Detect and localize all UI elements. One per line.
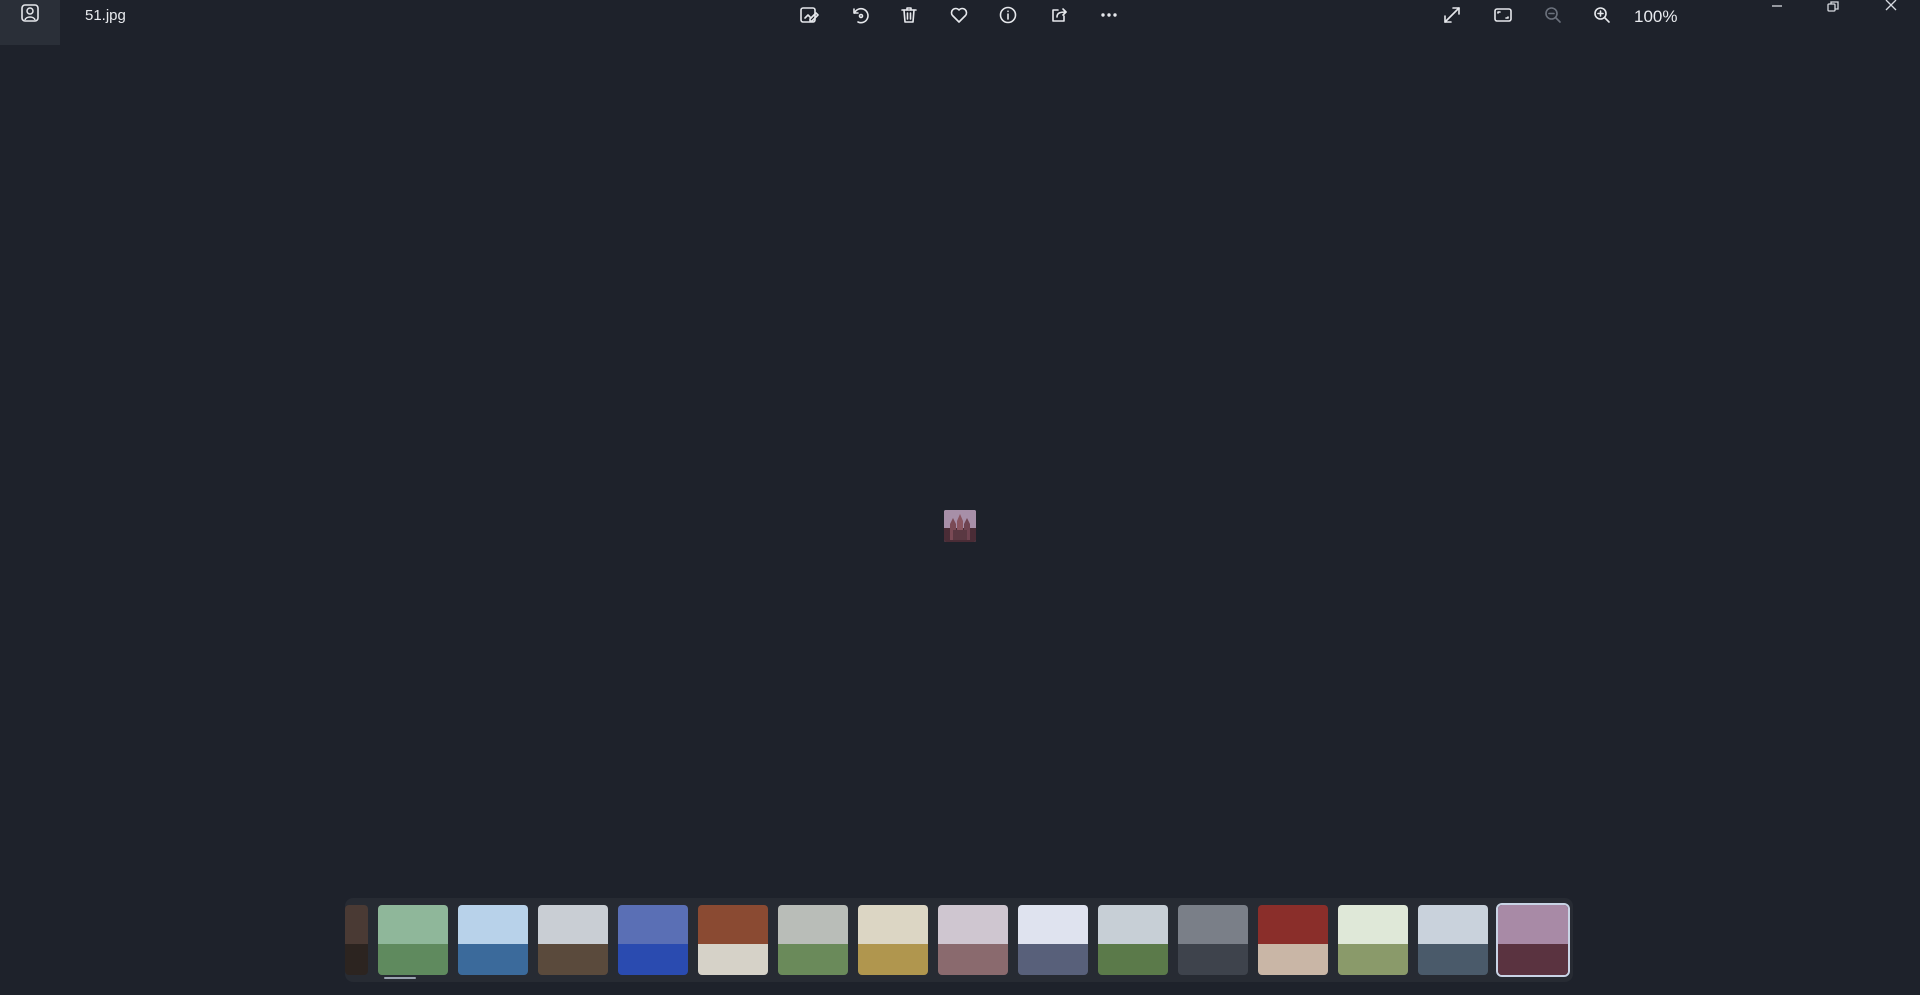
restore-button[interactable] (1810, 0, 1856, 14)
filmstrip-thumbnail[interactable] (1098, 905, 1168, 975)
filmstrip-thumbnail[interactable] (378, 905, 448, 975)
thumbnail-image-top (1338, 905, 1408, 944)
heart-icon (950, 7, 968, 23)
thumbnail-image-bottom (858, 943, 928, 975)
file-info-button[interactable] (991, 0, 1025, 30)
minimize-icon (1772, 5, 1782, 7)
zoom-out-icon (1545, 7, 1561, 23)
thumbnail-image-bottom (618, 943, 688, 975)
fit-icon (1494, 8, 1512, 22)
trash-icon (901, 7, 917, 23)
thumbnail-image-bottom (1498, 943, 1568, 975)
expand-icon (1444, 7, 1460, 23)
more-options-button[interactable] (1092, 0, 1126, 30)
close-icon (1885, 0, 1897, 11)
info-icon (999, 6, 1017, 24)
thumbnail-image-top (938, 905, 1008, 944)
thumbnail-image-bottom (345, 943, 368, 975)
filmstrip[interactable] (345, 898, 1573, 982)
restore-icon (1827, 1, 1839, 12)
rotate-button[interactable] (843, 0, 877, 30)
more-icon (1101, 13, 1117, 17)
thumbnail-image-top (1258, 905, 1328, 944)
thumbnail-image-top (618, 905, 688, 944)
castle-photo (944, 510, 976, 542)
filmstrip-thumbnail[interactable] (538, 905, 608, 975)
zoom-out-button[interactable] (1536, 0, 1570, 30)
share-button[interactable] (1042, 0, 1076, 30)
image-canvas[interactable] (0, 45, 1920, 895)
app-menu-button[interactable] (0, 0, 60, 45)
filmstrip-thumbnail[interactable] (1418, 905, 1488, 975)
filmstrip-thumbnail[interactable] (1258, 905, 1328, 975)
title-bar: 51.jpg 100% (0, 0, 1920, 45)
filmstrip-thumbnail[interactable] (1338, 905, 1408, 975)
thumbnail-image-top (778, 905, 848, 944)
filmstrip-thumbnail[interactable] (458, 905, 528, 975)
thumbnail-image-bottom (778, 943, 848, 975)
close-button[interactable] (1868, 0, 1914, 14)
delete-button[interactable] (892, 0, 926, 30)
filmstrip-thumbnail[interactable] (618, 905, 688, 975)
thumbnail-image-bottom (698, 943, 768, 975)
file-name: 51.jpg (85, 7, 126, 24)
thumbnail-image-bottom (1338, 943, 1408, 975)
thumbnail-image-top (458, 905, 528, 944)
thumbnail-image-bottom (378, 943, 448, 975)
thumbnail-image-top (1418, 905, 1488, 944)
rotate-icon (853, 7, 869, 24)
filmstrip-thumbnail[interactable] (778, 905, 848, 975)
displayed-photo[interactable] (944, 510, 976, 542)
thumbnail-image-bottom (938, 943, 1008, 975)
edit-image-button[interactable] (792, 0, 826, 30)
thumbnail-image-top (378, 905, 448, 944)
fullscreen-button[interactable] (1435, 0, 1469, 30)
filmstrip-thumbnail[interactable] (1018, 905, 1088, 975)
thumbnail-image-top (1498, 905, 1568, 944)
fit-to-window-button[interactable] (1486, 0, 1520, 30)
filmstrip-thumbnail[interactable] (1178, 905, 1248, 975)
zoom-in-icon (1594, 7, 1610, 23)
thumbnail-image-top (1178, 905, 1248, 944)
share-icon (1052, 8, 1067, 22)
filmstrip-thumbnail[interactable] (938, 905, 1008, 975)
edit-image-icon (800, 7, 819, 23)
thumbnail-image-top (1098, 905, 1168, 944)
filmstrip-thumbnail[interactable] (698, 905, 768, 975)
zoom-in-button[interactable] (1585, 0, 1619, 30)
thumbnail-image-top (1018, 905, 1088, 944)
filmstrip-thumbnail[interactable] (858, 905, 928, 975)
filmstrip-thumbnail[interactable] (1496, 903, 1570, 977)
photos-app-icon (21, 4, 39, 22)
thumbnail-image-bottom (538, 943, 608, 975)
thumbnail-image-top (538, 905, 608, 944)
thumbnail-image-top (345, 905, 368, 944)
thumbnail-image-bottom (1418, 943, 1488, 975)
minimize-button[interactable] (1754, 0, 1800, 14)
thumbnail-image-bottom (1178, 943, 1248, 975)
filmstrip-thumbnail[interactable] (345, 905, 368, 975)
favorite-button[interactable] (942, 0, 976, 30)
thumbnail-image-top (858, 905, 928, 944)
zoom-level[interactable]: 100% (1634, 7, 1677, 27)
thumbnail-image-bottom (1258, 943, 1328, 975)
thumbnail-image-bottom (458, 943, 528, 975)
thumbnail-image-top (698, 905, 768, 944)
thumbnail-image-bottom (1098, 943, 1168, 975)
thumbnail-image-bottom (1018, 943, 1088, 975)
filmstrip-scroll-indicator (384, 977, 416, 979)
